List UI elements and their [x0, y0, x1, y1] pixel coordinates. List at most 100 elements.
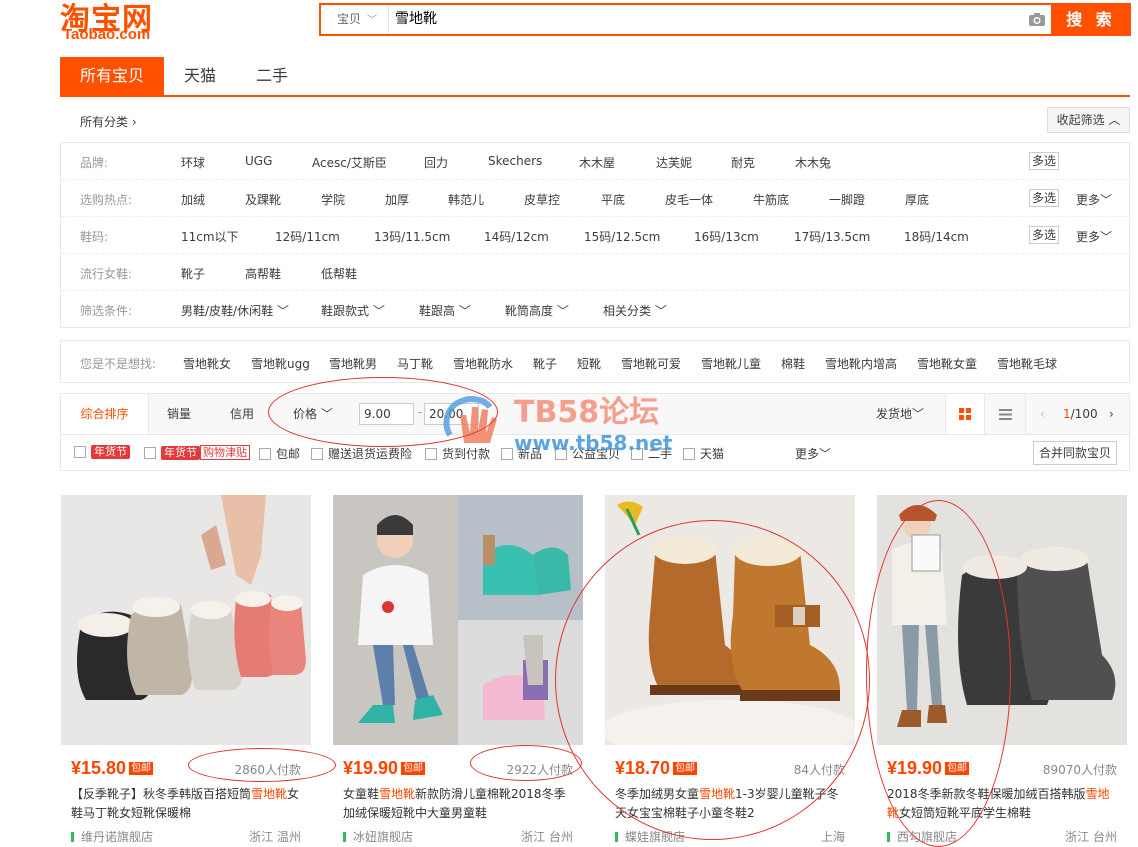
filter-option[interactable]: 回力	[424, 154, 448, 171]
related-search-link[interactable]: 雪地靴内增高	[825, 355, 897, 372]
filter-option[interactable]: Skechers	[488, 154, 542, 168]
filter-option[interactable]: UGG	[245, 154, 272, 168]
product-shop[interactable]: 西勾旗舰店	[887, 828, 957, 845]
search-button[interactable]: 搜 索	[1051, 3, 1131, 36]
related-search-link[interactable]: 靴子	[533, 355, 557, 372]
tab-all[interactable]: 所有宝贝	[60, 57, 165, 95]
related-search-link[interactable]: 雪地靴女童	[917, 355, 977, 372]
camera-icon[interactable]	[1023, 5, 1051, 34]
filter-dropdown[interactable]: 鞋跟高 ﹀	[419, 302, 471, 319]
checks-more[interactable]: 更多 ﹀	[795, 445, 831, 462]
filter-option[interactable]: 环球	[181, 154, 205, 171]
checkbox-box[interactable]	[311, 447, 323, 460]
product-title[interactable]: 【反季靴子】秋冬季韩版百搭短筒雪地靴女鞋马丁靴女短靴保暖棉	[71, 785, 303, 823]
sort-default[interactable]: 综合排序	[61, 394, 149, 434]
price-min-input[interactable]: 9.00	[359, 403, 414, 425]
search-category-select[interactable]: 宝贝 ﹀	[321, 5, 389, 34]
more-button[interactable]: 更多﹀	[1076, 228, 1112, 245]
search-input[interactable]: 雪地靴	[389, 5, 1023, 34]
checkbox-nianhuo[interactable]: 年货节	[74, 445, 130, 459]
related-search-link[interactable]: 雪地靴女	[183, 355, 231, 372]
filter-option[interactable]: 16码/13cm	[694, 228, 759, 245]
related-search-link[interactable]: 棉鞋	[781, 355, 805, 372]
checkbox-box[interactable]	[144, 446, 156, 459]
product-title[interactable]: 2018冬季新款冬鞋保暖加绒百搭韩版雪地靴女短筒短靴平底学生棉鞋	[887, 785, 1119, 823]
checkbox-return-insurance[interactable]: 赠送退货运费险	[311, 445, 412, 462]
product-card[interactable]: ¥15.80 包邮 2860人付款 【反季靴子】秋冬季韩版百搭短筒雪地靴女鞋马丁靴…	[61, 495, 313, 847]
filter-dropdown[interactable]: 鞋跟款式 ﹀	[321, 302, 385, 319]
product-shop[interactable]: 维丹诺旗舰店	[71, 828, 153, 845]
filter-option[interactable]: 皮草控	[524, 191, 560, 208]
checkbox-box[interactable]	[425, 447, 437, 460]
multi-select-button[interactable]: 多选	[1029, 226, 1059, 244]
filter-option[interactable]: 11cm以下	[181, 228, 239, 245]
breadcrumb[interactable]: 所有分类 ›	[80, 113, 137, 130]
checkbox-box[interactable]	[259, 447, 271, 460]
filter-option[interactable]: 厚底	[905, 191, 929, 208]
filter-dropdown[interactable]: 靴筒高度 ﹀	[505, 302, 569, 319]
product-card[interactable]: ¥18.70 包邮 84人付款 冬季加绒男女童雪地靴1-3岁婴儿童靴子冬天女宝宝棉…	[605, 495, 857, 847]
product-shop[interactable]: 冰妞旗舰店	[343, 828, 413, 845]
related-search-link[interactable]: 雪地靴ugg	[251, 355, 310, 372]
filter-option[interactable]: 17码/13.5cm	[794, 228, 870, 245]
related-search-link[interactable]: 雪地靴男	[329, 355, 377, 372]
product-title[interactable]: 冬季加绒男女童雪地靴1-3岁婴儿童靴子冬天女宝宝棉鞋子小童冬鞋2	[615, 785, 847, 823]
filter-option[interactable]: 12码/11cm	[275, 228, 340, 245]
sort-price[interactable]: 价格 ﹀	[293, 394, 333, 434]
filter-option[interactable]: 高帮鞋	[245, 265, 281, 282]
filter-option[interactable]: 学院	[321, 191, 345, 208]
collapse-filter-button[interactable]: 收起筛选 ︿	[1047, 107, 1130, 133]
checkbox-allowance[interactable]: 年货节 购物津贴	[144, 445, 250, 460]
related-search-link[interactable]: 马丁靴	[397, 355, 433, 372]
filter-option[interactable]: 及踝靴	[245, 191, 281, 208]
filter-option[interactable]: 韩范儿	[448, 191, 484, 208]
product-card[interactable]: ¥19.90 包邮 2922人付款 女童鞋雪地靴新款防滑儿童棉靴2018冬季加绒保…	[333, 495, 585, 847]
list-view-icon[interactable]	[985, 394, 1025, 434]
filter-option[interactable]: 木木兔	[795, 154, 831, 171]
filter-option[interactable]: 加绒	[181, 191, 205, 208]
filter-option[interactable]: 木木屋	[579, 154, 615, 171]
filter-option[interactable]: Acesc/艾斯臣	[312, 154, 387, 171]
filter-option[interactable]: 13码/11.5cm	[374, 228, 450, 245]
filter-option[interactable]: 低帮鞋	[321, 265, 357, 282]
filter-dropdown[interactable]: 相关分类 ﹀	[603, 302, 667, 319]
checkbox-box[interactable]	[74, 446, 86, 458]
prev-page-icon[interactable]: ‹	[1040, 394, 1045, 434]
filter-option[interactable]: 皮毛一体	[665, 191, 713, 208]
product-image[interactable]	[333, 495, 583, 745]
filter-option[interactable]: 牛筋底	[753, 191, 789, 208]
taobao-logo[interactable]: 淘宝网 Taobao.com	[60, 0, 170, 44]
filter-option[interactable]: 18码/14cm	[904, 228, 969, 245]
tab-secondhand[interactable]: 二手	[236, 57, 308, 95]
product-image[interactable]	[877, 495, 1127, 745]
related-search-link[interactable]: 雪地靴防水	[453, 355, 513, 372]
filter-option[interactable]: 靴子	[181, 265, 205, 282]
related-search-link[interactable]: 雪地靴毛球	[997, 355, 1057, 372]
ship-from-dropdown[interactable]: 发货地﹀	[876, 394, 924, 434]
checkbox-free-shipping[interactable]: 包邮	[259, 445, 300, 462]
sort-credit[interactable]: 信用	[230, 394, 254, 434]
product-title[interactable]: 女童鞋雪地靴新款防滑儿童棉靴2018冬季加绒保暖短靴中大童男童鞋	[343, 785, 575, 823]
tab-tmall[interactable]: 天猫	[164, 57, 236, 95]
filter-dropdown[interactable]: 男鞋/皮鞋/休闲鞋 ﹀	[181, 302, 289, 319]
more-button[interactable]: 更多﹀	[1076, 191, 1112, 208]
grid-view-icon[interactable]	[945, 394, 985, 434]
filter-option[interactable]: 耐克	[731, 154, 755, 171]
related-search-link[interactable]: 雪地靴儿童	[701, 355, 761, 372]
merge-same-button[interactable]: 合并同款宝贝	[1033, 441, 1117, 465]
related-search-link[interactable]: 雪地靴可爱	[621, 355, 681, 372]
product-shop[interactable]: 蝶娃旗舰店	[615, 828, 685, 845]
related-search-link[interactable]: 短靴	[577, 355, 601, 372]
next-page-icon[interactable]: ›	[1109, 394, 1114, 434]
filter-option[interactable]: 平底	[601, 191, 625, 208]
filter-option[interactable]: 一脚蹬	[829, 191, 865, 208]
product-card[interactable]: ¥19.90 包邮 89070人付款 2018冬季新款冬鞋保暖加绒百搭韩版雪地靴女…	[877, 495, 1129, 847]
filter-option[interactable]: 加厚	[385, 191, 409, 208]
filter-option[interactable]: 14码/12cm	[484, 228, 549, 245]
filter-option[interactable]: 15码/12.5cm	[584, 228, 660, 245]
multi-select-button[interactable]: 多选	[1029, 152, 1059, 170]
multi-select-button[interactable]: 多选	[1029, 189, 1059, 207]
filter-option[interactable]: 达芙妮	[656, 154, 692, 171]
sort-sales[interactable]: 销量	[167, 394, 191, 434]
product-image[interactable]	[61, 495, 311, 745]
